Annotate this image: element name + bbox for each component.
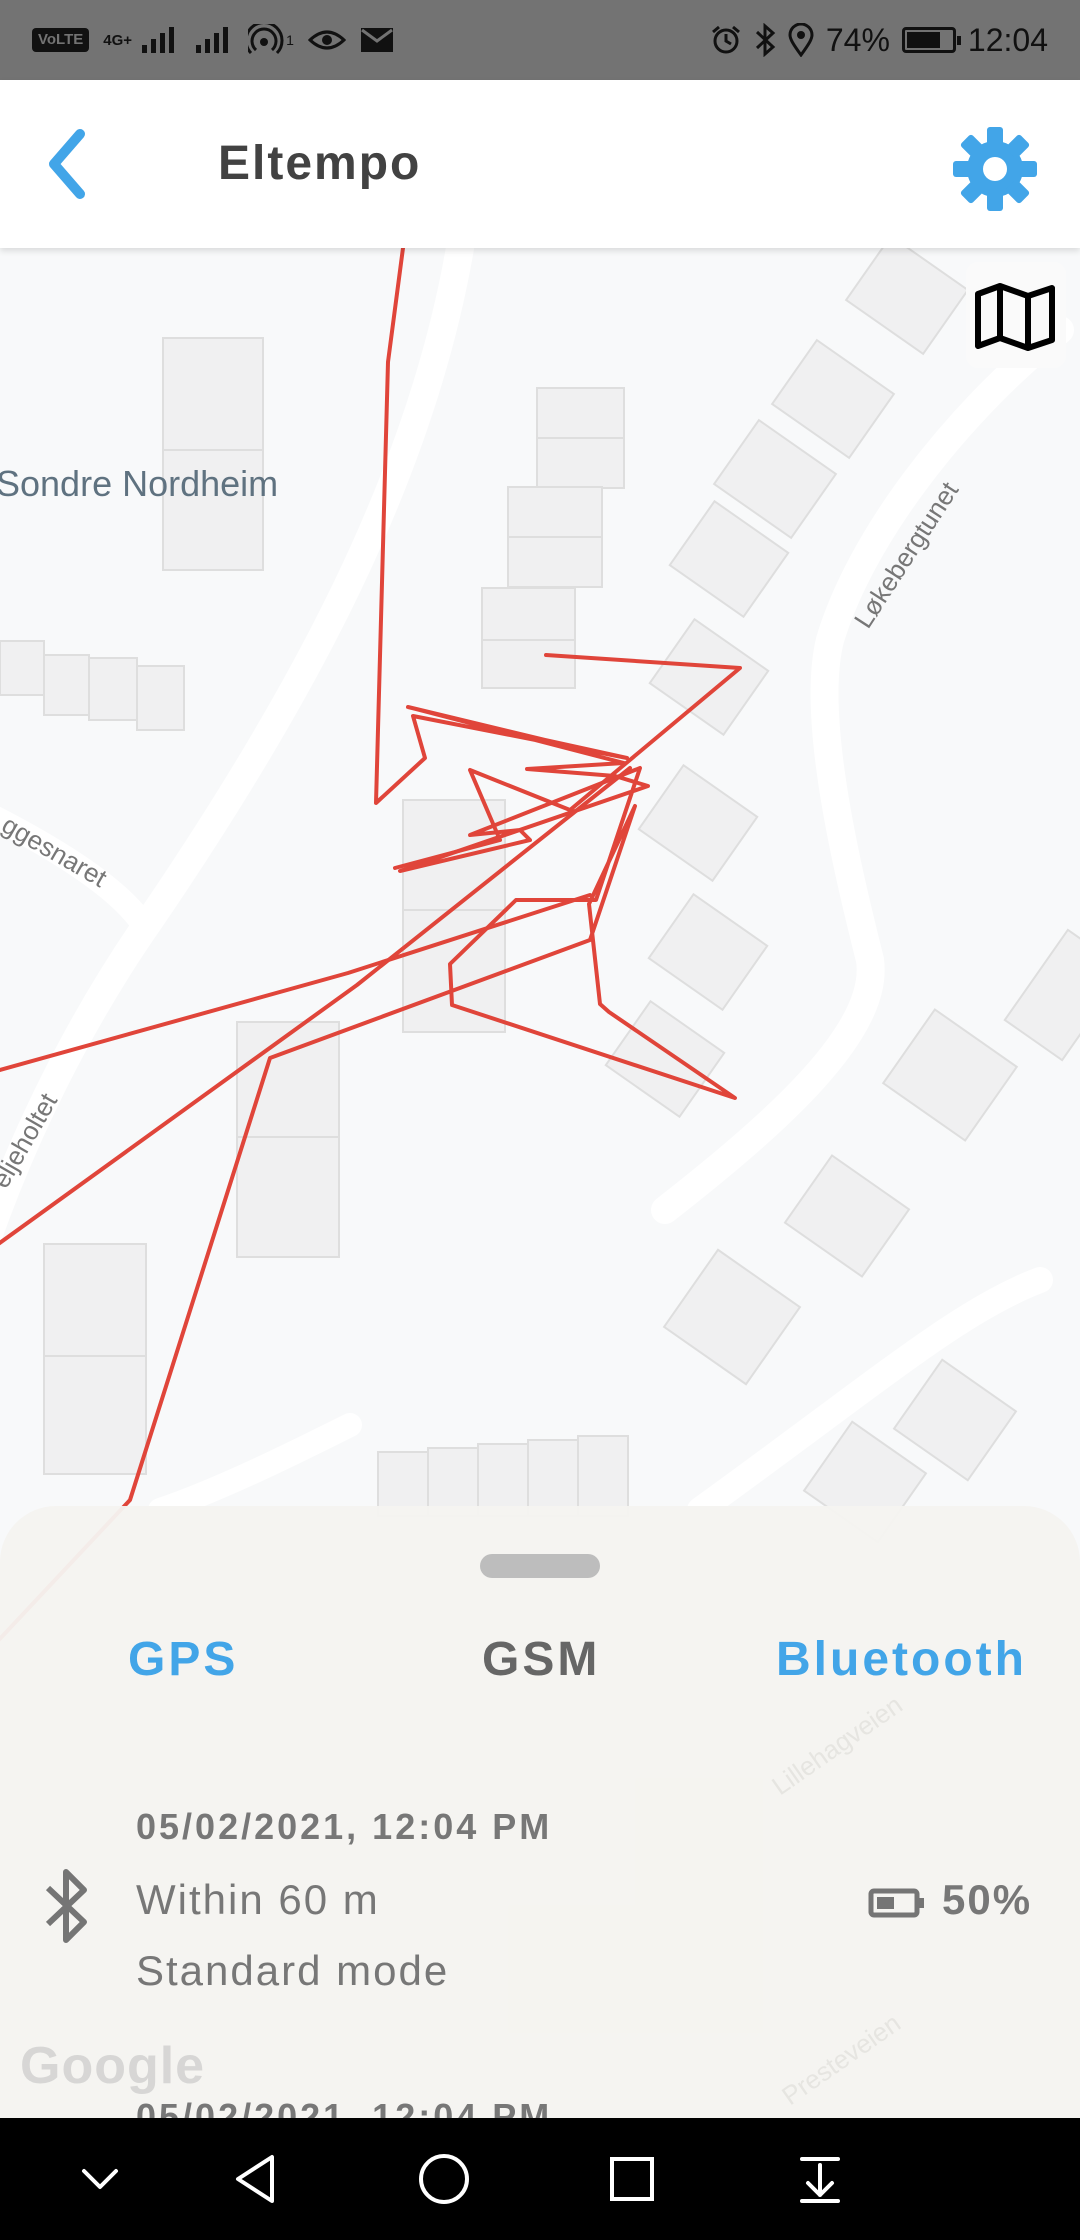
battery-icon	[868, 1888, 924, 1918]
entry-date: 05/02/2021, 12:04 PM	[136, 1806, 553, 1847]
sim-index: 1	[286, 32, 294, 48]
battery-icon	[901, 27, 961, 53]
battery-level	[906, 32, 940, 48]
status-bar-left: VoLTE 4G+ 1	[32, 24, 394, 56]
alarm-icon	[711, 25, 740, 54]
bluetooth-icon	[755, 23, 776, 57]
next-entry-date: 05/02/2021, 12:04 PM	[136, 2096, 553, 2118]
volte-icon: VoLTE	[32, 28, 90, 52]
hotspot-icon	[248, 24, 284, 55]
settings-button[interactable]	[950, 124, 1040, 214]
tab-bluetooth[interactable]: Bluetooth	[776, 1632, 1027, 1687]
nav-collapse-button[interactable]	[60, 2139, 140, 2219]
app-bar: Eltempo	[0, 80, 1080, 248]
status-bar-right: 74% 12:04	[710, 22, 1048, 59]
nav-home-button[interactable]	[404, 2139, 484, 2219]
notification-pull-icon	[800, 2157, 840, 2203]
network-type: 4G+	[103, 31, 133, 49]
chevron-left-icon	[49, 129, 85, 199]
bottom-sheet: Lillehagveien Presteveien GPS GSM Blueto…	[0, 1506, 1080, 2118]
eye-icon	[307, 30, 346, 50]
clock: 12:04	[967, 21, 1048, 58]
entry-accuracy: Within 60 m	[136, 1876, 380, 1923]
drag-handle[interactable]	[480, 1554, 600, 1578]
recents-square-icon	[610, 2157, 654, 2201]
nav-back-button[interactable]	[216, 2139, 296, 2219]
map-icon	[975, 283, 1055, 351]
gear-icon	[953, 127, 1037, 211]
back-button[interactable]	[40, 120, 120, 208]
signal-icon	[142, 27, 175, 53]
street-label: Lillehagveien	[766, 1689, 908, 1801]
chevron-down-icon	[82, 2169, 118, 2189]
map-layer-button[interactable]	[966, 262, 1066, 368]
navigation-bar	[0, 2118, 1080, 2240]
bluetooth-icon	[45, 1869, 87, 1943]
tab-gps[interactable]: GPS	[128, 1632, 238, 1687]
entry-battery: 50%	[942, 1876, 1033, 1923]
status-bar: VoLTE 4G+ 1 74% 12:04	[0, 0, 1080, 80]
google-logo: Google	[20, 2037, 206, 2095]
location-icon	[788, 23, 814, 57]
battery-percent: 74%	[825, 21, 890, 58]
app-title: Eltempo	[218, 137, 422, 190]
area-label: Sondre Nordheim	[0, 463, 278, 504]
nav-recents-button[interactable]	[592, 2139, 672, 2219]
entry-mode: Standard mode	[136, 1947, 450, 1994]
mail-icon	[360, 28, 393, 52]
street-label: Presteveien	[776, 2008, 906, 2111]
back-triangle-icon	[236, 2155, 274, 2203]
signal-icon	[196, 27, 229, 53]
home-circle-icon	[419, 2154, 469, 2204]
nav-notifications-button[interactable]	[780, 2139, 860, 2219]
battery-level	[877, 1897, 894, 1909]
tab-gsm[interactable]: GSM	[482, 1632, 600, 1687]
